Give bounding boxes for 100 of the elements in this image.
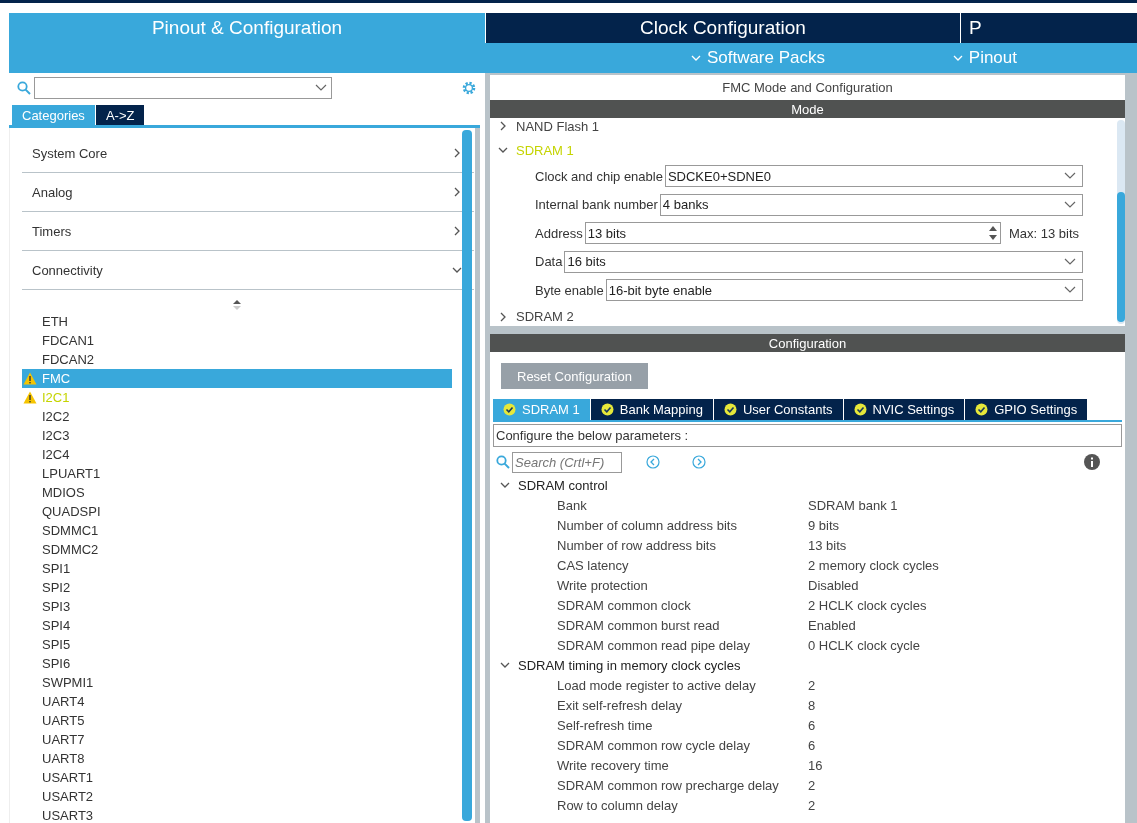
param-value[interactable]: 2 memory clock cycles bbox=[808, 557, 1122, 573]
peripheral-item[interactable]: I2C3 bbox=[22, 426, 452, 445]
param-value[interactable]: 9 bits bbox=[808, 517, 1122, 533]
top-tab[interactable]: P bbox=[960, 13, 1137, 43]
warning-icon bbox=[23, 391, 37, 404]
chevron-icon bbox=[1064, 200, 1076, 209]
param-value[interactable]: 6 bbox=[808, 717, 1122, 733]
chevron-icon[interactable] bbox=[500, 660, 510, 670]
peripheral-item[interactable]: SPI2 bbox=[22, 578, 452, 597]
next-icon[interactable] bbox=[692, 455, 706, 469]
param-value[interactable]: 2 bbox=[808, 677, 1122, 693]
top-tab[interactable]: Clock Configuration bbox=[485, 13, 960, 43]
select-field[interactable]: 16-bit byte enable bbox=[605, 279, 1083, 302]
param-name: SDRAM common read pipe delay bbox=[557, 637, 751, 653]
param-name: CAS latency bbox=[557, 557, 630, 573]
peripheral-item[interactable]: UART8 bbox=[22, 749, 452, 768]
tree-item[interactable]: SDRAM 2 bbox=[516, 309, 574, 324]
search-icon[interactable] bbox=[496, 455, 510, 469]
scrollbar[interactable] bbox=[462, 130, 472, 821]
chevron-icon[interactable] bbox=[498, 145, 508, 155]
field-label: Internal bank number bbox=[535, 197, 658, 213]
peripheral-item[interactable]: SDMMC1 bbox=[22, 521, 452, 540]
peripheral-item[interactable]: MDIOS bbox=[22, 483, 452, 502]
peripheral-item[interactable]: USART3 bbox=[22, 806, 452, 823]
select-field[interactable]: 4 banks bbox=[659, 193, 1083, 216]
param-value[interactable]: 2 bbox=[808, 777, 1122, 793]
peripheral-item[interactable]: FDCAN1 bbox=[22, 331, 452, 350]
check-icon bbox=[853, 403, 867, 416]
peripheral-item[interactable]: SPI3 bbox=[22, 597, 452, 616]
config-tab[interactable]: GPIO Settings bbox=[965, 399, 1088, 420]
scrollbar[interactable] bbox=[1117, 120, 1125, 324]
param-name: Bank bbox=[557, 497, 588, 513]
search-field[interactable]: Search (Crtl+F) bbox=[512, 451, 622, 473]
peripheral-item[interactable]: USART2 bbox=[22, 787, 452, 806]
param-value[interactable]: 2 HCLK clock cycles bbox=[808, 597, 1122, 613]
param-name: SDRAM common row precharge delay bbox=[557, 777, 780, 793]
chevron-icon bbox=[1064, 286, 1076, 295]
check-icon bbox=[723, 403, 737, 416]
chevron-icon[interactable] bbox=[452, 187, 462, 197]
peripheral-item[interactable]: UART7 bbox=[22, 730, 452, 749]
info-icon[interactable] bbox=[1084, 454, 1100, 470]
select-field[interactable]: SDCKE0+SDNE0 bbox=[664, 165, 1083, 188]
peripheral-item[interactable]: I2C2 bbox=[22, 407, 452, 426]
peripheral-item[interactable]: LPUART1 bbox=[22, 464, 452, 483]
param-value[interactable]: 6 bbox=[808, 737, 1122, 753]
gear-icon[interactable] bbox=[461, 79, 477, 96]
peripheral-item[interactable]: QUADSPI bbox=[22, 502, 452, 521]
param-value[interactable]: 2 bbox=[808, 797, 1122, 813]
config-tab[interactable]: User Constants bbox=[713, 399, 843, 420]
peripheral-item[interactable]: FDCAN2 bbox=[22, 350, 452, 369]
field-label: Address bbox=[535, 225, 583, 241]
peripheral-item[interactable]: SWPMI1 bbox=[22, 673, 452, 692]
param-value[interactable]: 16 bbox=[808, 757, 1122, 773]
peripheral-item[interactable]: SPI4 bbox=[22, 616, 452, 635]
chevron-icon bbox=[315, 83, 327, 92]
check-icon bbox=[975, 403, 989, 416]
field-label: Data bbox=[535, 254, 563, 270]
spinner-field[interactable]: 13 bits bbox=[584, 222, 1001, 245]
search-combo[interactable] bbox=[34, 76, 332, 99]
peripheral-item[interactable]: I2C4 bbox=[22, 445, 452, 464]
param-name: Write recovery time bbox=[557, 757, 670, 773]
param-name: Row to column delay bbox=[557, 797, 679, 813]
search-icon[interactable] bbox=[17, 80, 31, 95]
param-value[interactable]: 0 HCLK clock cycle bbox=[808, 637, 1122, 653]
max-note: Max: 13 bits bbox=[1008, 225, 1079, 241]
peripheral-item[interactable]: SPI1 bbox=[22, 559, 452, 578]
param-value[interactable]: Disabled bbox=[808, 577, 1122, 593]
param-name: Number of row address bits bbox=[557, 537, 717, 553]
chevron-icon[interactable] bbox=[452, 226, 462, 236]
peripheral-item[interactable]: SPI5 bbox=[22, 635, 452, 654]
config-tab[interactable]: Bank Mapping bbox=[590, 399, 713, 420]
tree-item[interactable]: NAND Flash 1 bbox=[516, 118, 600, 134]
previous-icon[interactable] bbox=[646, 455, 660, 469]
sort-icon[interactable] bbox=[233, 300, 241, 310]
peripheral-item[interactable]: ETH bbox=[22, 312, 452, 331]
peripheral-item[interactable]: USART1 bbox=[22, 768, 452, 787]
chevron-icon[interactable] bbox=[452, 148, 462, 158]
spinner-arrows-icon[interactable] bbox=[987, 225, 998, 242]
peripheral-item[interactable]: SPI6 bbox=[22, 654, 452, 673]
param-value[interactable]: 13 bits bbox=[808, 537, 1122, 553]
chevron-icon[interactable] bbox=[500, 480, 510, 490]
chevron-icon[interactable] bbox=[498, 121, 508, 131]
peripheral-item[interactable]: SDMMC2 bbox=[22, 540, 452, 559]
chevron-icon[interactable] bbox=[498, 311, 508, 322]
config-tab[interactable]: NVIC Settings bbox=[843, 399, 965, 420]
check-icon bbox=[503, 403, 516, 416]
chevron-icon[interactable] bbox=[452, 265, 462, 275]
view-tab[interactable]: A->Z bbox=[95, 105, 145, 125]
group-header[interactable]: SDRAM timing in memory clock cycles bbox=[518, 657, 741, 673]
chevron-icon bbox=[1064, 257, 1076, 266]
warning-icon bbox=[23, 372, 37, 385]
param-value[interactable]: SDRAM bank 1 bbox=[808, 497, 1122, 513]
param-value[interactable]: 8 bbox=[808, 697, 1122, 713]
peripheral-item[interactable]: UART4 bbox=[22, 692, 452, 711]
select-field[interactable]: 16 bits bbox=[564, 250, 1083, 273]
section-header: Mode bbox=[490, 100, 1125, 118]
group-header[interactable]: SDRAM control bbox=[518, 477, 608, 493]
param-name: Number of column address bits bbox=[557, 517, 738, 533]
param-value[interactable]: Enabled bbox=[808, 617, 1122, 633]
peripheral-item[interactable]: UART5 bbox=[22, 711, 452, 730]
